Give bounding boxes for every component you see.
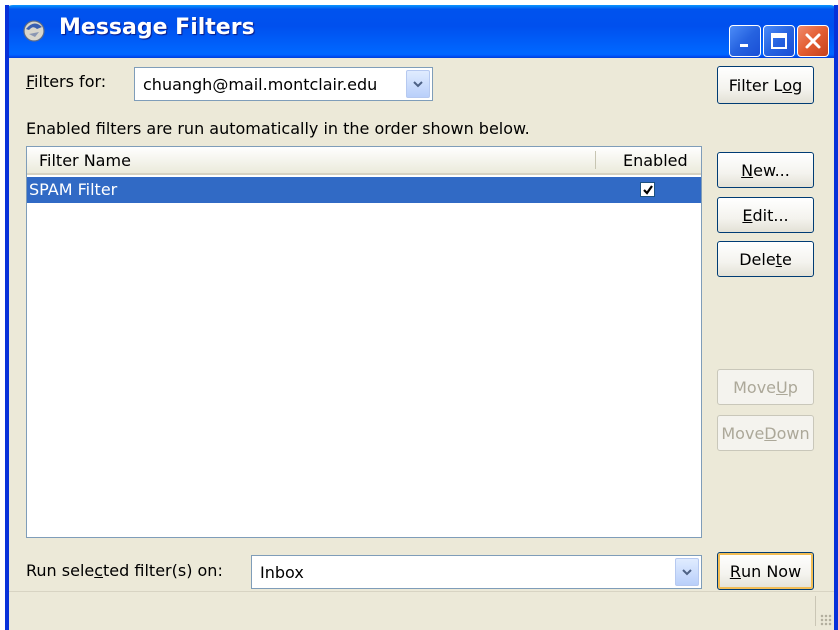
resize-grip-icon[interactable] [820, 614, 832, 626]
filters-description: Enabled filters are run automatically in… [26, 119, 530, 138]
column-header-enabled[interactable]: Enabled [623, 151, 688, 170]
account-value: chuangh@mail.montclair.edu [143, 74, 378, 94]
status-bar [9, 591, 834, 630]
close-button[interactable] [797, 25, 829, 57]
filter-list[interactable]: Filter Name Enabled SPAM Filter [26, 146, 702, 538]
window-title: Message Filters [59, 15, 255, 40]
run-folder-dropdown-button[interactable] [675, 558, 699, 586]
enabled-checkbox[interactable] [640, 182, 655, 197]
filter-log-button[interactable]: Filter Log [717, 66, 814, 104]
account-dropdown-button[interactable] [406, 70, 430, 98]
new-filter-button[interactable]: New... [717, 152, 814, 188]
filter-name: SPAM Filter [29, 180, 118, 199]
account-select[interactable]: chuangh@mail.montclair.edu [134, 67, 433, 101]
status-separator [815, 596, 816, 626]
edit-filter-button[interactable]: Edit... [717, 197, 814, 233]
column-separator [595, 151, 596, 169]
thunderbird-icon [23, 20, 45, 42]
run-folder-value: Inbox [260, 562, 304, 582]
filters-for-label: Filters for: [26, 72, 107, 91]
maximize-icon [771, 33, 787, 49]
move-up-button[interactable]: Move Up [717, 369, 814, 405]
chevron-down-icon [413, 81, 423, 88]
run-on-label: Run selected filter(s) on: [26, 561, 223, 580]
filter-row[interactable]: SPAM Filter [27, 177, 701, 203]
maximize-button[interactable] [763, 25, 795, 57]
checkmark-icon [642, 184, 653, 195]
close-icon [805, 33, 821, 49]
title-bar[interactable]: Message Filters [9, 5, 834, 58]
delete-filter-button[interactable]: Dele t e [717, 241, 814, 277]
chevron-down-icon [682, 569, 692, 576]
column-header-filter-name[interactable]: Filter Name [39, 151, 131, 170]
run-now-button[interactable]: Run Now [717, 552, 814, 590]
list-header: Filter Name Enabled [27, 147, 701, 175]
message-filters-window: Message Filters Filters for: chuangh@mai… [5, 5, 838, 630]
minimize-icon [740, 44, 748, 47]
minimize-button[interactable] [729, 25, 761, 57]
run-folder-select[interactable]: Inbox [251, 555, 702, 589]
move-down-button[interactable]: Move Down [717, 415, 814, 451]
accel-key: F [26, 72, 35, 91]
